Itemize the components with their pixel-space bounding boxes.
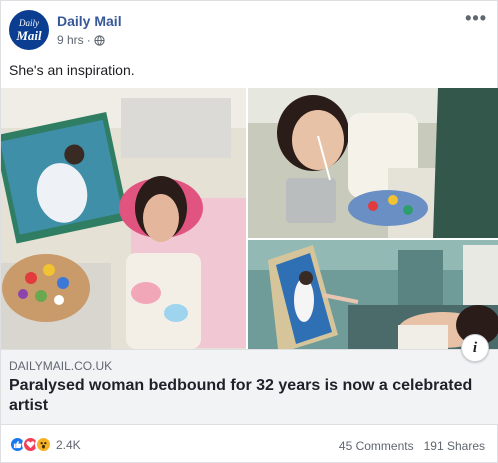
photo-main-illustration [1, 88, 246, 349]
post-text: She's an inspiration. [9, 62, 135, 78]
photo-woman-in-bed-with-paintings[interactable] [1, 88, 246, 349]
more-options-button[interactable]: ••• [465, 9, 487, 27]
facebook-post-card: Daily Mail Daily Mail 9 hrs · ••• She's … [0, 0, 498, 463]
reactions-summary[interactable]: 2.4K [9, 436, 81, 453]
post-meta: 9 hrs · [57, 33, 105, 47]
link-headline[interactable]: Paralysed woman bedbound for 32 years is… [9, 376, 479, 416]
link-image-collage[interactable] [1, 88, 498, 349]
avatar-text-mail: Mail [16, 27, 42, 43]
page-avatar[interactable]: Daily Mail [9, 10, 49, 50]
reaction-count[interactable]: 2.4K [56, 438, 81, 452]
engagement-stats: 45 Comments 191 Shares [339, 439, 485, 453]
page-name-link[interactable]: Daily Mail [57, 13, 122, 29]
link-domain: DAILYMAIL.CO.UK [9, 359, 113, 373]
photo-bottom-right-illustration [248, 240, 498, 349]
info-button[interactable]: i [461, 334, 489, 362]
photo-woman-with-cup[interactable] [248, 88, 498, 238]
comments-count-link[interactable]: 45 Comments [339, 439, 414, 453]
photo-top-right-illustration [248, 88, 498, 238]
shares-count-link[interactable]: 191 Shares [424, 439, 485, 453]
globe-icon[interactable] [94, 34, 105, 46]
meta-separator: · [86, 33, 91, 47]
link-preview[interactable]: i DAILYMAIL.CO.UK Paralysed woman bedbou… [1, 334, 498, 425]
avatar-text-daily: Daily [19, 17, 39, 28]
photo-woman-painting-canvas[interactable] [248, 240, 498, 349]
post-timestamp[interactable]: 9 hrs [57, 33, 84, 47]
wow-icon [35, 436, 52, 453]
